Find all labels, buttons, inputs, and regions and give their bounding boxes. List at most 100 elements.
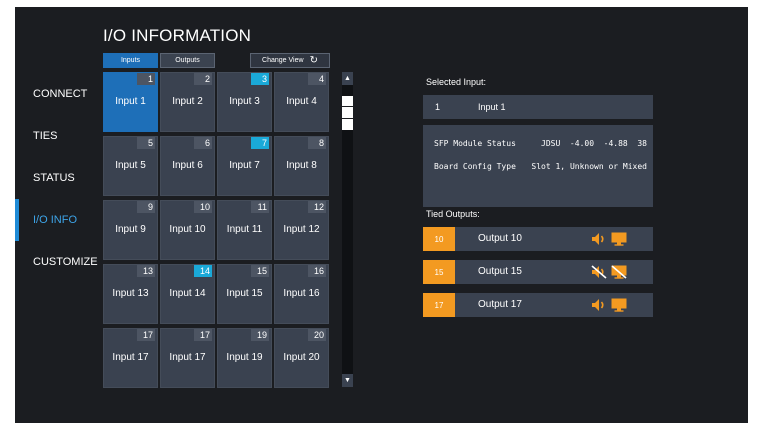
tied-output-row[interactable]: 10 Output 10 (423, 227, 653, 251)
nav-item-i-o-info[interactable]: I/O INFO (15, 199, 100, 241)
input-tile[interactable]: 10 Input 10 (160, 200, 215, 260)
input-number-badge: 16 (308, 265, 326, 277)
input-tile[interactable]: 17 Input 17 (103, 328, 158, 388)
input-label: Input 9 (115, 224, 146, 235)
input-tile[interactable]: 14 Input 14 (160, 264, 215, 324)
input-tile[interactable]: 16 Input 16 (274, 264, 329, 324)
input-number-badge: 2 (194, 73, 212, 85)
output-icons (591, 264, 631, 280)
input-tile[interactable]: 9 Input 9 (103, 200, 158, 260)
input-tile[interactable]: 6 Input 6 (160, 136, 215, 196)
input-tile[interactable]: 11 Input 11 (217, 200, 272, 260)
input-tile[interactable]: 13 Input 13 (103, 264, 158, 324)
input-tile[interactable]: 15 Input 15 (217, 264, 272, 324)
input-tile[interactable]: 19 Input 19 (217, 328, 272, 388)
input-tile[interactable]: 12 Input 12 (274, 200, 329, 260)
speaker-icon[interactable] (591, 298, 607, 312)
monitor-icon[interactable] (611, 232, 627, 246)
input-tile[interactable]: 5 Input 5 (103, 136, 158, 196)
input-tile[interactable]: 2 Input 2 (160, 72, 215, 132)
input-number-badge: 15 (251, 265, 269, 277)
input-label: Input 13 (112, 288, 149, 299)
output-number-badge: 17 (423, 293, 455, 317)
selected-input-name: Input 1 (478, 102, 506, 112)
input-label: Input 6 (172, 160, 203, 171)
input-info-box: SFP Module Status JDSU -4.00 -4.88 38 Bo… (423, 125, 653, 207)
refresh-icon: ↻ (309, 55, 318, 66)
input-label: Input 12 (283, 224, 320, 235)
app-screen: I/O INFORMATION Inputs Outputs Change Vi… (15, 7, 748, 423)
input-label: Input 10 (169, 224, 206, 235)
input-tile[interactable]: 8 Input 8 (274, 136, 329, 196)
input-number-badge: 8 (308, 137, 326, 149)
input-number-badge: 11 (251, 201, 269, 213)
monitor-icon[interactable] (611, 298, 627, 312)
input-tile[interactable]: 3 Input 3 (217, 72, 272, 132)
selected-input-heading: Selected Input: (426, 77, 487, 87)
input-number-badge: 6 (194, 137, 212, 149)
input-number-badge: 12 (308, 201, 326, 213)
nav-item-ties[interactable]: TIES (15, 115, 100, 157)
output-name: Output 17 (478, 299, 522, 310)
grid-scrollbar[interactable]: ▲ ▼ (342, 72, 353, 387)
input-label: Input 4 (286, 96, 317, 107)
input-tile[interactable]: 7 Input 7 (217, 136, 272, 196)
input-label: Input 19 (226, 352, 263, 363)
speaker-icon[interactable] (591, 232, 607, 246)
tab-outputs[interactable]: Outputs (160, 53, 215, 68)
input-label: Input 11 (226, 224, 263, 235)
tab-inputs[interactable]: Inputs (103, 53, 158, 68)
input-label: Input 1 (115, 96, 146, 107)
speaker-muted-icon[interactable] (591, 265, 607, 279)
input-tile[interactable]: 17 Input 17 (160, 328, 215, 388)
tied-output-row[interactable]: 17 Output 17 (423, 293, 653, 317)
tied-output-row[interactable]: 15 Output 15 (423, 260, 653, 284)
selected-input-box: 1 Input 1 (423, 95, 653, 119)
input-tile[interactable]: 1 Input 1 (103, 72, 158, 132)
output-icons (591, 297, 631, 313)
scroll-thumb[interactable] (342, 96, 353, 130)
change-view-label: Change View (262, 57, 304, 64)
input-label: Input 15 (226, 288, 263, 299)
input-number-badge: 19 (251, 329, 269, 341)
input-label: Input 17 (112, 352, 149, 363)
input-number-badge: 20 (308, 329, 326, 341)
input-label: Input 16 (283, 288, 320, 299)
input-number-badge: 13 (137, 265, 155, 277)
input-tile[interactable]: 20 Input 20 (274, 328, 329, 388)
input-number-badge: 7 (251, 137, 269, 149)
scroll-down-icon[interactable]: ▼ (342, 374, 353, 387)
input-label: Input 14 (169, 288, 206, 299)
input-number-badge: 4 (308, 73, 326, 85)
page-title: I/O INFORMATION (103, 26, 252, 45)
output-number-badge: 10 (423, 227, 455, 251)
input-number-badge: 17 (194, 329, 212, 341)
output-name: Output 15 (478, 266, 522, 277)
input-label: Input 5 (115, 160, 146, 171)
input-label: Input 3 (229, 96, 260, 107)
tied-outputs-heading: Tied Outputs: (426, 209, 480, 219)
output-number-badge: 15 (423, 260, 455, 284)
scroll-up-icon[interactable]: ▲ (342, 72, 353, 85)
nav-item-customize[interactable]: CUSTOMIZE (15, 241, 100, 283)
input-number-badge: 10 (194, 201, 212, 213)
monitor-muted-icon[interactable] (611, 265, 627, 279)
nav-item-status[interactable]: STATUS (15, 157, 100, 199)
input-label: Input 8 (286, 160, 317, 171)
input-label: Input 20 (283, 352, 320, 363)
output-name: Output 10 (478, 233, 522, 244)
input-number-badge: 14 (194, 265, 212, 277)
output-icons (591, 231, 631, 247)
input-label: Input 7 (229, 160, 260, 171)
input-number-badge: 1 (137, 73, 155, 85)
input-label: Input 17 (169, 352, 206, 363)
input-number-badge: 9 (137, 201, 155, 213)
selected-input-number: 1 (435, 102, 441, 112)
input-tile[interactable]: 4 Input 4 (274, 72, 329, 132)
nav-item-connect[interactable]: CONNECT (15, 73, 100, 115)
input-number-badge: 5 (137, 137, 155, 149)
input-number-badge: 3 (251, 73, 269, 85)
input-label: Input 2 (172, 96, 203, 107)
input-number-badge: 17 (137, 329, 155, 341)
change-view-button[interactable]: Change View ↻ (250, 53, 330, 68)
